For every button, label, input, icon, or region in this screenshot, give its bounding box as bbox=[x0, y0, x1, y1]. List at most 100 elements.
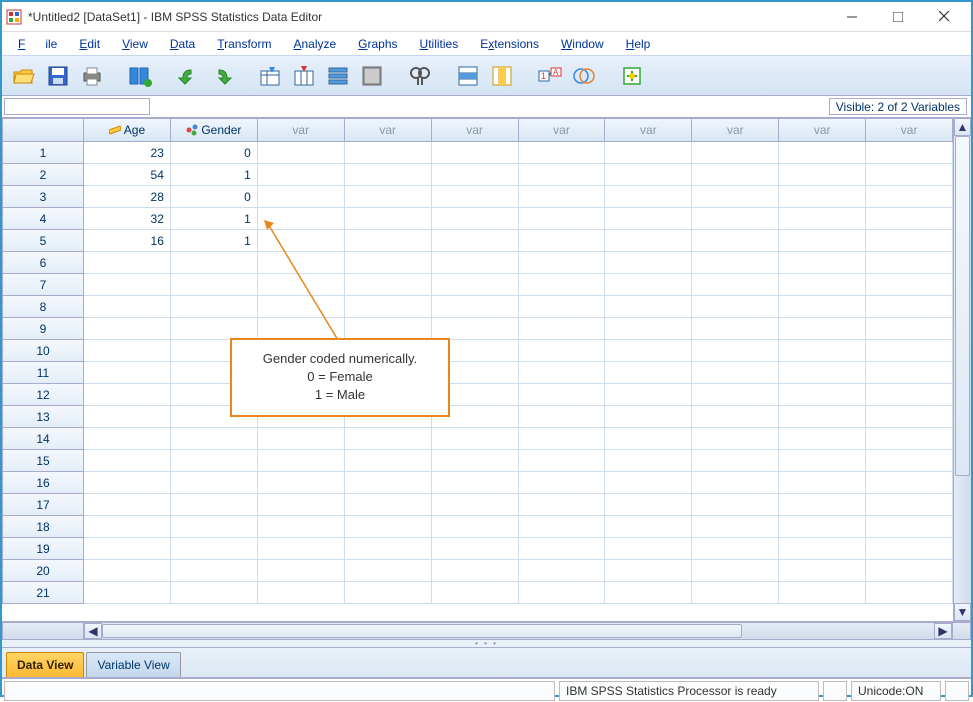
cell[interactable] bbox=[605, 428, 692, 450]
cell[interactable] bbox=[345, 472, 432, 494]
cell[interactable] bbox=[779, 450, 866, 472]
cell[interactable] bbox=[779, 252, 866, 274]
cell[interactable] bbox=[345, 582, 432, 604]
cell[interactable] bbox=[866, 428, 953, 450]
cell[interactable] bbox=[519, 142, 606, 164]
row-header[interactable]: 3 bbox=[2, 186, 84, 208]
cell[interactable] bbox=[171, 494, 258, 516]
cell[interactable] bbox=[84, 318, 171, 340]
cell[interactable] bbox=[866, 186, 953, 208]
cell[interactable] bbox=[866, 516, 953, 538]
cell[interactable] bbox=[779, 494, 866, 516]
cell[interactable] bbox=[692, 230, 779, 252]
cell[interactable] bbox=[258, 450, 345, 472]
column-header-empty[interactable]: var bbox=[692, 118, 779, 142]
cell[interactable] bbox=[692, 362, 779, 384]
cell[interactable] bbox=[779, 516, 866, 538]
cell[interactable] bbox=[84, 252, 171, 274]
cell[interactable] bbox=[866, 582, 953, 604]
cell[interactable] bbox=[692, 186, 779, 208]
cell[interactable]: 28 bbox=[84, 186, 171, 208]
cell[interactable] bbox=[605, 252, 692, 274]
cell[interactable] bbox=[519, 450, 606, 472]
insert-variable-icon[interactable] bbox=[486, 60, 518, 92]
column-header-empty[interactable]: var bbox=[345, 118, 432, 142]
cell[interactable] bbox=[779, 164, 866, 186]
cell[interactable] bbox=[258, 252, 345, 274]
cell[interactable] bbox=[345, 186, 432, 208]
cell[interactable] bbox=[779, 362, 866, 384]
cell[interactable] bbox=[432, 538, 519, 560]
row-header[interactable]: 12 bbox=[2, 384, 84, 406]
cell[interactable] bbox=[692, 428, 779, 450]
grid-corner[interactable] bbox=[2, 118, 84, 142]
cell[interactable] bbox=[432, 472, 519, 494]
cell[interactable] bbox=[779, 384, 866, 406]
cell[interactable] bbox=[345, 494, 432, 516]
cell[interactable] bbox=[779, 296, 866, 318]
menu-transform[interactable]: Transform bbox=[207, 35, 281, 53]
cell[interactable] bbox=[258, 142, 345, 164]
row-header[interactable]: 13 bbox=[2, 406, 84, 428]
cell[interactable] bbox=[432, 186, 519, 208]
menu-extensions[interactable]: Extensions bbox=[470, 35, 549, 53]
vertical-scrollbar[interactable]: ▲ ▼ bbox=[953, 118, 971, 621]
cell[interactable] bbox=[605, 560, 692, 582]
cell[interactable] bbox=[519, 560, 606, 582]
maximize-button[interactable] bbox=[875, 2, 921, 32]
cell[interactable] bbox=[432, 516, 519, 538]
cell[interactable] bbox=[432, 560, 519, 582]
cell[interactable] bbox=[605, 450, 692, 472]
cell[interactable] bbox=[605, 186, 692, 208]
cell[interactable] bbox=[866, 274, 953, 296]
cell[interactable] bbox=[866, 406, 953, 428]
cell[interactable] bbox=[84, 340, 171, 362]
save-icon[interactable] bbox=[42, 60, 74, 92]
cell[interactable] bbox=[866, 450, 953, 472]
cell[interactable]: 0 bbox=[171, 142, 258, 164]
column-header-age[interactable]: Age bbox=[84, 118, 171, 142]
scroll-left-icon[interactable]: ◀ bbox=[84, 623, 102, 639]
cell[interactable] bbox=[779, 274, 866, 296]
cell[interactable] bbox=[692, 164, 779, 186]
cell[interactable] bbox=[519, 252, 606, 274]
cell[interactable] bbox=[779, 406, 866, 428]
cell[interactable]: 16 bbox=[84, 230, 171, 252]
cell[interactable] bbox=[84, 428, 171, 450]
column-header-empty[interactable]: var bbox=[258, 118, 345, 142]
cell[interactable] bbox=[345, 208, 432, 230]
cell[interactable] bbox=[519, 516, 606, 538]
cell[interactable]: 1 bbox=[171, 230, 258, 252]
cell[interactable] bbox=[258, 428, 345, 450]
cell[interactable] bbox=[866, 560, 953, 582]
cell[interactable] bbox=[519, 340, 606, 362]
run-descriptives-icon[interactable] bbox=[356, 60, 388, 92]
cell[interactable]: 23 bbox=[84, 142, 171, 164]
cell[interactable] bbox=[866, 252, 953, 274]
cell[interactable] bbox=[605, 384, 692, 406]
cell[interactable] bbox=[432, 252, 519, 274]
close-button[interactable] bbox=[921, 2, 967, 32]
cell[interactable] bbox=[345, 230, 432, 252]
cell[interactable] bbox=[84, 494, 171, 516]
cell[interactable] bbox=[84, 516, 171, 538]
cell[interactable] bbox=[432, 164, 519, 186]
cell[interactable] bbox=[519, 384, 606, 406]
cell[interactable] bbox=[519, 296, 606, 318]
cell[interactable] bbox=[779, 186, 866, 208]
menu-file[interactable]: File bbox=[8, 35, 67, 53]
cell[interactable] bbox=[692, 406, 779, 428]
cell[interactable] bbox=[605, 472, 692, 494]
cell[interactable] bbox=[519, 362, 606, 384]
cell[interactable] bbox=[692, 560, 779, 582]
cell[interactable] bbox=[779, 538, 866, 560]
vscroll-thumb[interactable] bbox=[955, 136, 970, 476]
menu-utilities[interactable]: Utilities bbox=[410, 35, 469, 53]
scroll-right-icon[interactable]: ▶ bbox=[934, 623, 952, 639]
cell[interactable] bbox=[345, 538, 432, 560]
row-header[interactable]: 1 bbox=[2, 142, 84, 164]
cell[interactable] bbox=[866, 296, 953, 318]
minimize-button[interactable] bbox=[829, 2, 875, 32]
cell[interactable] bbox=[171, 318, 258, 340]
cell[interactable] bbox=[692, 142, 779, 164]
